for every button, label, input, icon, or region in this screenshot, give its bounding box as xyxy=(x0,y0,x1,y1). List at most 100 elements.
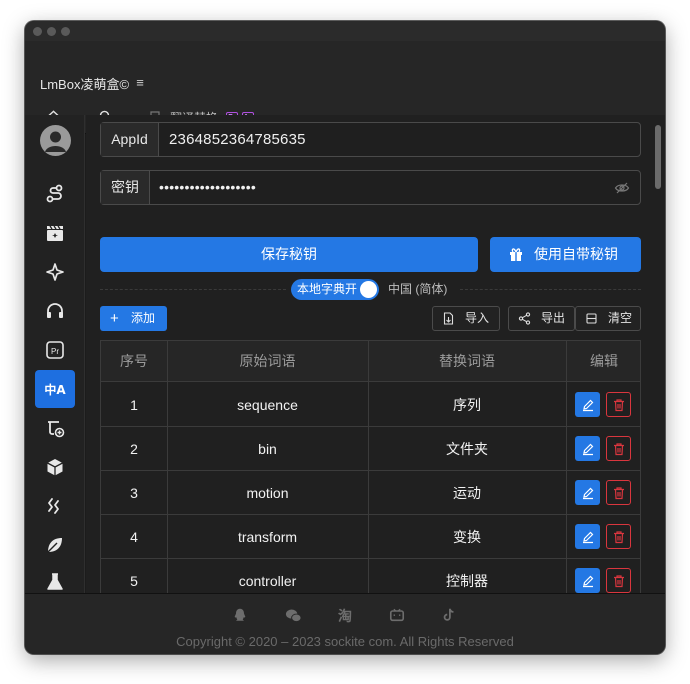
column-header-original: 原始词语 xyxy=(239,353,296,369)
premiere-pro-icon: Pr xyxy=(46,341,64,359)
secret-key-label: 密钥 xyxy=(101,171,150,204)
local-dictionary-toggle-label: 本地字典开 xyxy=(297,282,358,296)
clear-icon xyxy=(586,313,597,324)
table-row: 2 bin 文件夹 xyxy=(101,427,640,471)
sidebar-item-translate[interactable]: 中A xyxy=(35,370,75,408)
table-header: 序号 原始词语 替换词语 编辑 xyxy=(101,341,640,382)
main-panel: AppId 2364852364785635 密钥 ••••••••••••••… xyxy=(86,115,665,593)
table-row: 3 motion 运动 xyxy=(101,471,640,515)
divider-left xyxy=(100,289,286,290)
divider-right xyxy=(460,289,641,290)
table-row: 5 controller 控制器 xyxy=(101,559,640,593)
minimize-window-button[interactable] xyxy=(47,27,56,36)
edit-row-button[interactable] xyxy=(575,524,600,549)
delete-row-button[interactable] xyxy=(606,568,631,593)
bilibili-icon[interactable] xyxy=(388,607,406,625)
import-button[interactable]: 导入 xyxy=(432,306,500,331)
plus-icon: + xyxy=(110,310,119,327)
column-header-edit: 编辑 xyxy=(590,353,618,369)
row-replacement: 运动 xyxy=(453,485,481,501)
copyright-text: Copyright © 2020 – 2023 sockite com. All… xyxy=(176,634,514,649)
appid-input[interactable]: 2364852364785635 xyxy=(169,123,306,156)
export-button[interactable]: 导出 xyxy=(508,306,575,331)
sidebar-item-nature[interactable] xyxy=(35,526,75,564)
row-index: 2 xyxy=(130,441,138,457)
edit-row-button[interactable] xyxy=(575,568,600,593)
secret-key-input[interactable]: ••••••••••••••••••• xyxy=(159,171,256,204)
pencil-icon xyxy=(582,575,593,587)
column-divider xyxy=(167,341,168,593)
taobao-icon[interactable]: 淘 xyxy=(336,607,354,625)
sidebar-item-flow[interactable] xyxy=(35,409,75,447)
table-row: 1 sequence 序列 xyxy=(101,383,640,427)
delete-row-button[interactable] xyxy=(606,524,631,549)
app-window: LmBox凌萌盒© ≡ ‹ › 翻译替换 Pr Ae xyxy=(25,21,665,654)
local-dictionary-toggle[interactable]: 本地字典开 xyxy=(291,279,379,300)
trash-icon xyxy=(613,486,624,499)
sidebar-item-video[interactable] xyxy=(35,214,75,252)
add-entry-label: 添加 xyxy=(131,311,156,325)
trash-icon xyxy=(613,530,624,543)
import-label: 导入 xyxy=(465,311,490,325)
column-header-index: 序号 xyxy=(120,353,148,369)
maximize-window-button[interactable] xyxy=(61,27,70,36)
pencil-icon xyxy=(582,399,593,411)
use-builtin-key-label: 使用自带秘钥 xyxy=(534,246,618,262)
appid-field: AppId 2364852364785635 xyxy=(100,122,641,157)
sidebar-item-route[interactable] xyxy=(35,175,75,213)
sidebar-item-effects[interactable] xyxy=(35,253,75,291)
app-title: LmBox凌萌盒© xyxy=(40,77,130,92)
delete-row-button[interactable] xyxy=(606,480,631,505)
sidebar-item-audio[interactable] xyxy=(35,292,75,330)
row-index: 5 xyxy=(130,573,138,589)
window-titlebar xyxy=(25,21,665,41)
row-original: motion xyxy=(246,485,289,501)
qq-icon[interactable] xyxy=(231,607,249,625)
hamburger-menu-icon[interactable]: ≡ xyxy=(133,75,147,91)
eye-slash-icon[interactable] xyxy=(614,180,630,196)
sidebar-item-3d[interactable] xyxy=(35,448,75,486)
edit-row-button[interactable] xyxy=(575,392,600,417)
tiktok-icon[interactable] xyxy=(440,607,458,625)
pencil-icon xyxy=(582,487,593,499)
row-original: sequence xyxy=(237,397,298,413)
toggle-knob xyxy=(360,281,377,298)
sidebar: Pr 中A xyxy=(25,115,85,593)
delete-row-button[interactable] xyxy=(606,436,631,461)
edit-row-button[interactable] xyxy=(575,436,600,461)
leaf-icon xyxy=(47,538,62,553)
export-label: 导出 xyxy=(541,311,566,325)
dictionary-table: 序号 原始词语 替换词语 编辑 1 sequence 序列 2 bin 文件夹 xyxy=(100,340,641,593)
wechat-icon[interactable] xyxy=(284,607,302,625)
edit-row-button[interactable] xyxy=(575,480,600,505)
row-replacement: 文件夹 xyxy=(446,441,488,457)
pencil-icon xyxy=(582,443,593,455)
pencil-icon xyxy=(582,531,593,543)
headphones-icon xyxy=(47,303,63,318)
clear-button[interactable]: 清空 xyxy=(575,306,641,331)
flask-icon xyxy=(47,573,63,590)
gift-icon xyxy=(510,248,522,261)
main-scrollbar[interactable] xyxy=(655,125,661,189)
sidebar-item-premiere[interactable]: Pr xyxy=(35,331,75,369)
trash-icon xyxy=(613,398,624,411)
import-file-icon xyxy=(443,312,454,325)
avatar[interactable] xyxy=(40,125,71,156)
trash-icon xyxy=(613,442,624,455)
delete-row-button[interactable] xyxy=(606,392,631,417)
secret-key-field: 密钥 ••••••••••••••••••• xyxy=(100,170,641,205)
use-builtin-key-button[interactable]: 使用自带秘钥 xyxy=(490,237,641,272)
column-divider xyxy=(566,341,567,593)
row-replacement: 控制器 xyxy=(446,573,488,589)
trash-icon xyxy=(613,574,624,587)
share-icon xyxy=(518,312,531,325)
language-label: 中国 (简体) xyxy=(388,282,448,296)
premiere-pro-label: Pr xyxy=(51,347,59,356)
footer: 淘 Copyright © 2020 – 2023 sockite com. A… xyxy=(25,593,665,654)
save-key-button[interactable]: 保存秘钥 xyxy=(100,237,478,272)
sidebar-item-wave[interactable] xyxy=(35,487,75,525)
add-entry-button[interactable]: + 添加 xyxy=(100,306,167,331)
close-window-button[interactable] xyxy=(33,27,42,36)
row-index: 4 xyxy=(130,529,138,545)
route-icon xyxy=(46,184,63,203)
